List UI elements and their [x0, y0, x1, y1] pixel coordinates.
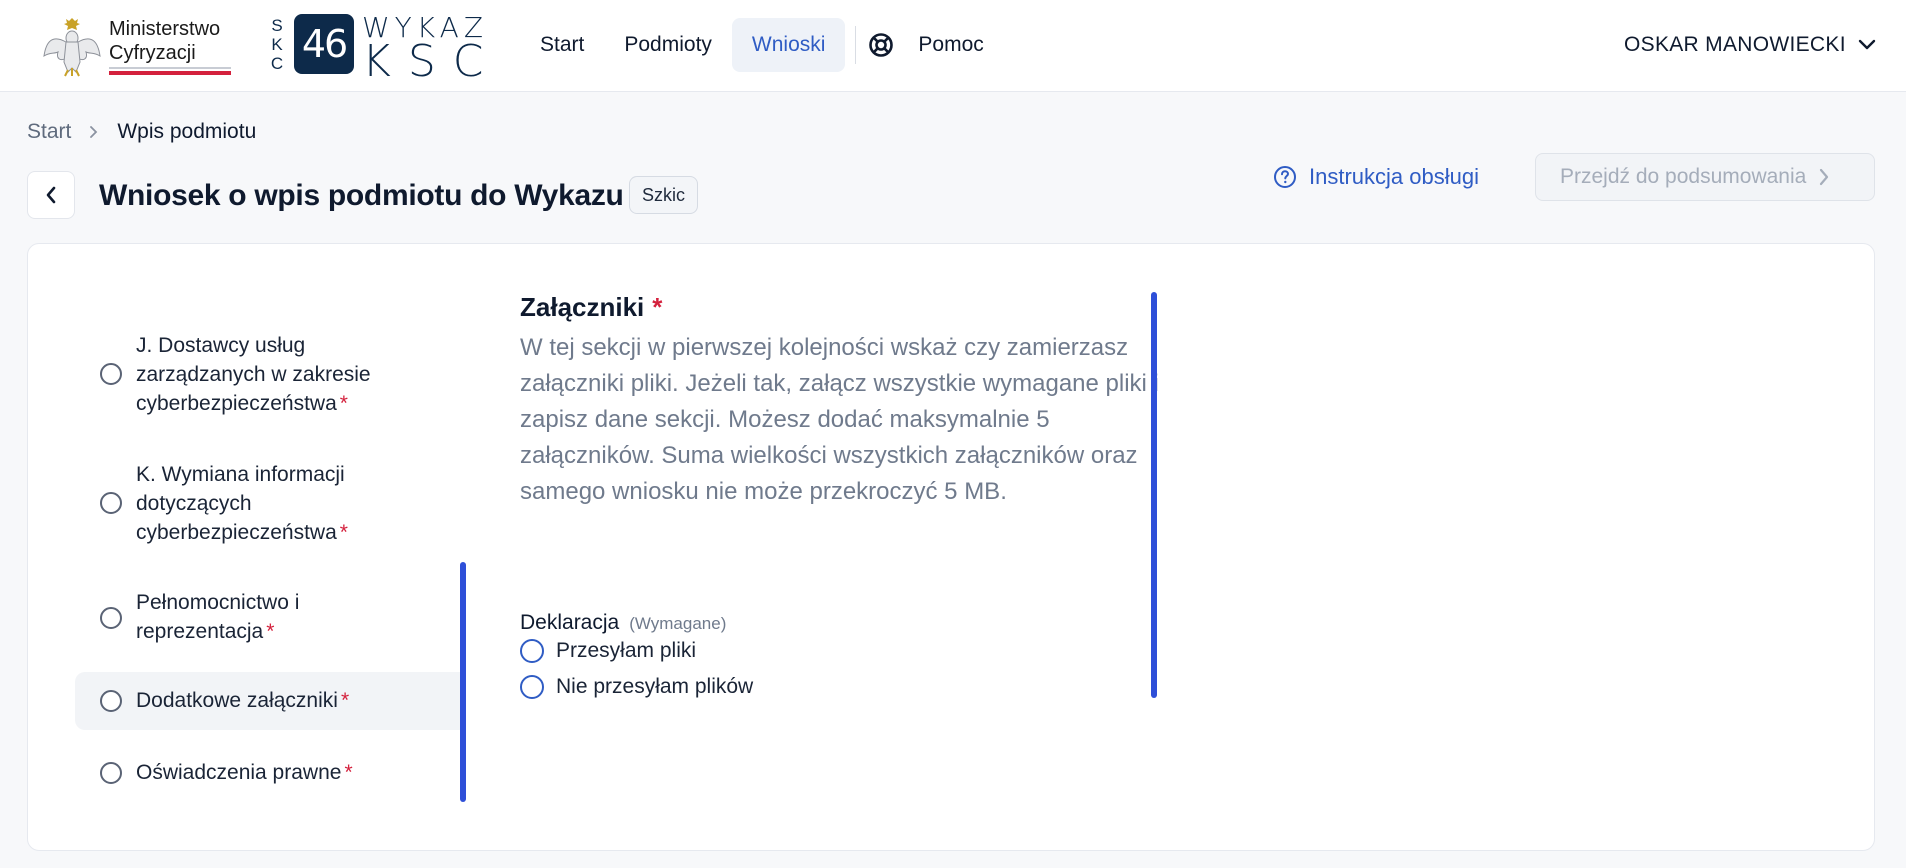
breadcrumb-current: Wpis podmiotu [117, 120, 257, 143]
section-title: Załączniki * [520, 292, 663, 322]
step-radio[interactable] [100, 607, 122, 629]
declaration-field: Deklaracja (Wymagane) Przesyłam pliki Nie… [520, 610, 753, 699]
eagle-emblem-icon [43, 18, 101, 77]
ministry-logo[interactable]: Ministerstwo Cyfryzacji [42, 12, 232, 78]
step-item-pelnomocnictwo[interactable]: Pełnomocnictwo i reprezentacja * [75, 588, 465, 648]
chevron-right-icon [1820, 168, 1829, 186]
content-scrollbar[interactable] [1151, 292, 1157, 698]
ksc-logo[interactable]: S K C 46 WYKAZ KSC [266, 12, 506, 84]
nav-wnioski[interactable]: Wnioski [731, 18, 846, 72]
step-radio[interactable] [100, 762, 122, 784]
nav-podmioty[interactable]: Podmioty [604, 18, 732, 72]
breadcrumb: Start Wpis podmiotu [27, 118, 256, 146]
step-item-oswiadczenia[interactable]: Oświadczenia prawne * [75, 748, 465, 806]
question-circle-icon [1274, 166, 1296, 188]
lifebuoy-icon[interactable] [868, 32, 894, 58]
page-title: Wniosek o wpis podmiotu do Wykazu [99, 179, 624, 212]
section-description: W tej sekcji w pierwszej kolejności wska… [520, 334, 1159, 505]
nav-help[interactable]: Pomoc [918, 18, 983, 72]
ksc-text: KSC [362, 36, 501, 87]
steps-scrollbar[interactable] [460, 562, 466, 802]
summary-button[interactable]: Przejdź do podsumowania [1535, 153, 1875, 201]
user-menu[interactable]: OSKAR MANOWIECKI [1624, 28, 1876, 62]
main-nav: Start Podmioty Wnioski Pomoc [520, 18, 984, 72]
breadcrumb-start[interactable]: Start [27, 120, 71, 144]
option-send-files[interactable]: Przesyłam pliki [520, 638, 820, 664]
nav-start[interactable]: Start [520, 18, 604, 72]
step-item-dodatkowe-zalaczniki[interactable]: Dodatkowe załączniki * [75, 672, 465, 730]
logo-red-line [109, 71, 231, 75]
logo-divider [109, 67, 231, 69]
step-radio[interactable] [100, 492, 122, 514]
step-radio[interactable] [100, 363, 122, 385]
option-no-files[interactable]: Nie przesyłam plików [520, 674, 820, 700]
manual-link[interactable]: Instrukcja obsługi [1273, 160, 1479, 194]
chevron-down-icon [1858, 39, 1876, 50]
radio-no-files[interactable] [520, 675, 544, 699]
chevron-left-icon [46, 186, 56, 204]
user-name: OSKAR MANOWIECKI [1624, 33, 1846, 56]
attachments-section: Załączniki * W tej sekcji w pierwszej kol… [520, 290, 1160, 510]
step-radio[interactable] [100, 690, 122, 712]
top-bar: Ministerstwo Cyfryzacji S K C 46 WYKAZ K… [0, 0, 1906, 92]
chevron-right-icon [90, 126, 98, 138]
declaration-label: Deklaracja (Wymagane) [520, 611, 727, 634]
summary-button-label: Przejdź do podsumowania [1560, 165, 1807, 188]
ksc-vertical-text: S K C [270, 16, 284, 73]
nav-separator [855, 26, 857, 64]
step-item-j[interactable]: J. Dostawcy usług zarządzanych w zakresi… [75, 330, 465, 420]
step-item-k[interactable]: K. Wymiana informacji dotyczących cyberb… [75, 459, 465, 549]
back-button[interactable] [27, 171, 75, 219]
radio-send-files[interactable] [520, 639, 544, 663]
ministry-name: Ministerstwo Cyfryzacji [109, 18, 221, 64]
ksc-number-badge: 46 [294, 14, 354, 74]
status-badge: Szkic [629, 176, 699, 214]
manual-link-label: Instrukcja obsługi [1309, 164, 1479, 189]
